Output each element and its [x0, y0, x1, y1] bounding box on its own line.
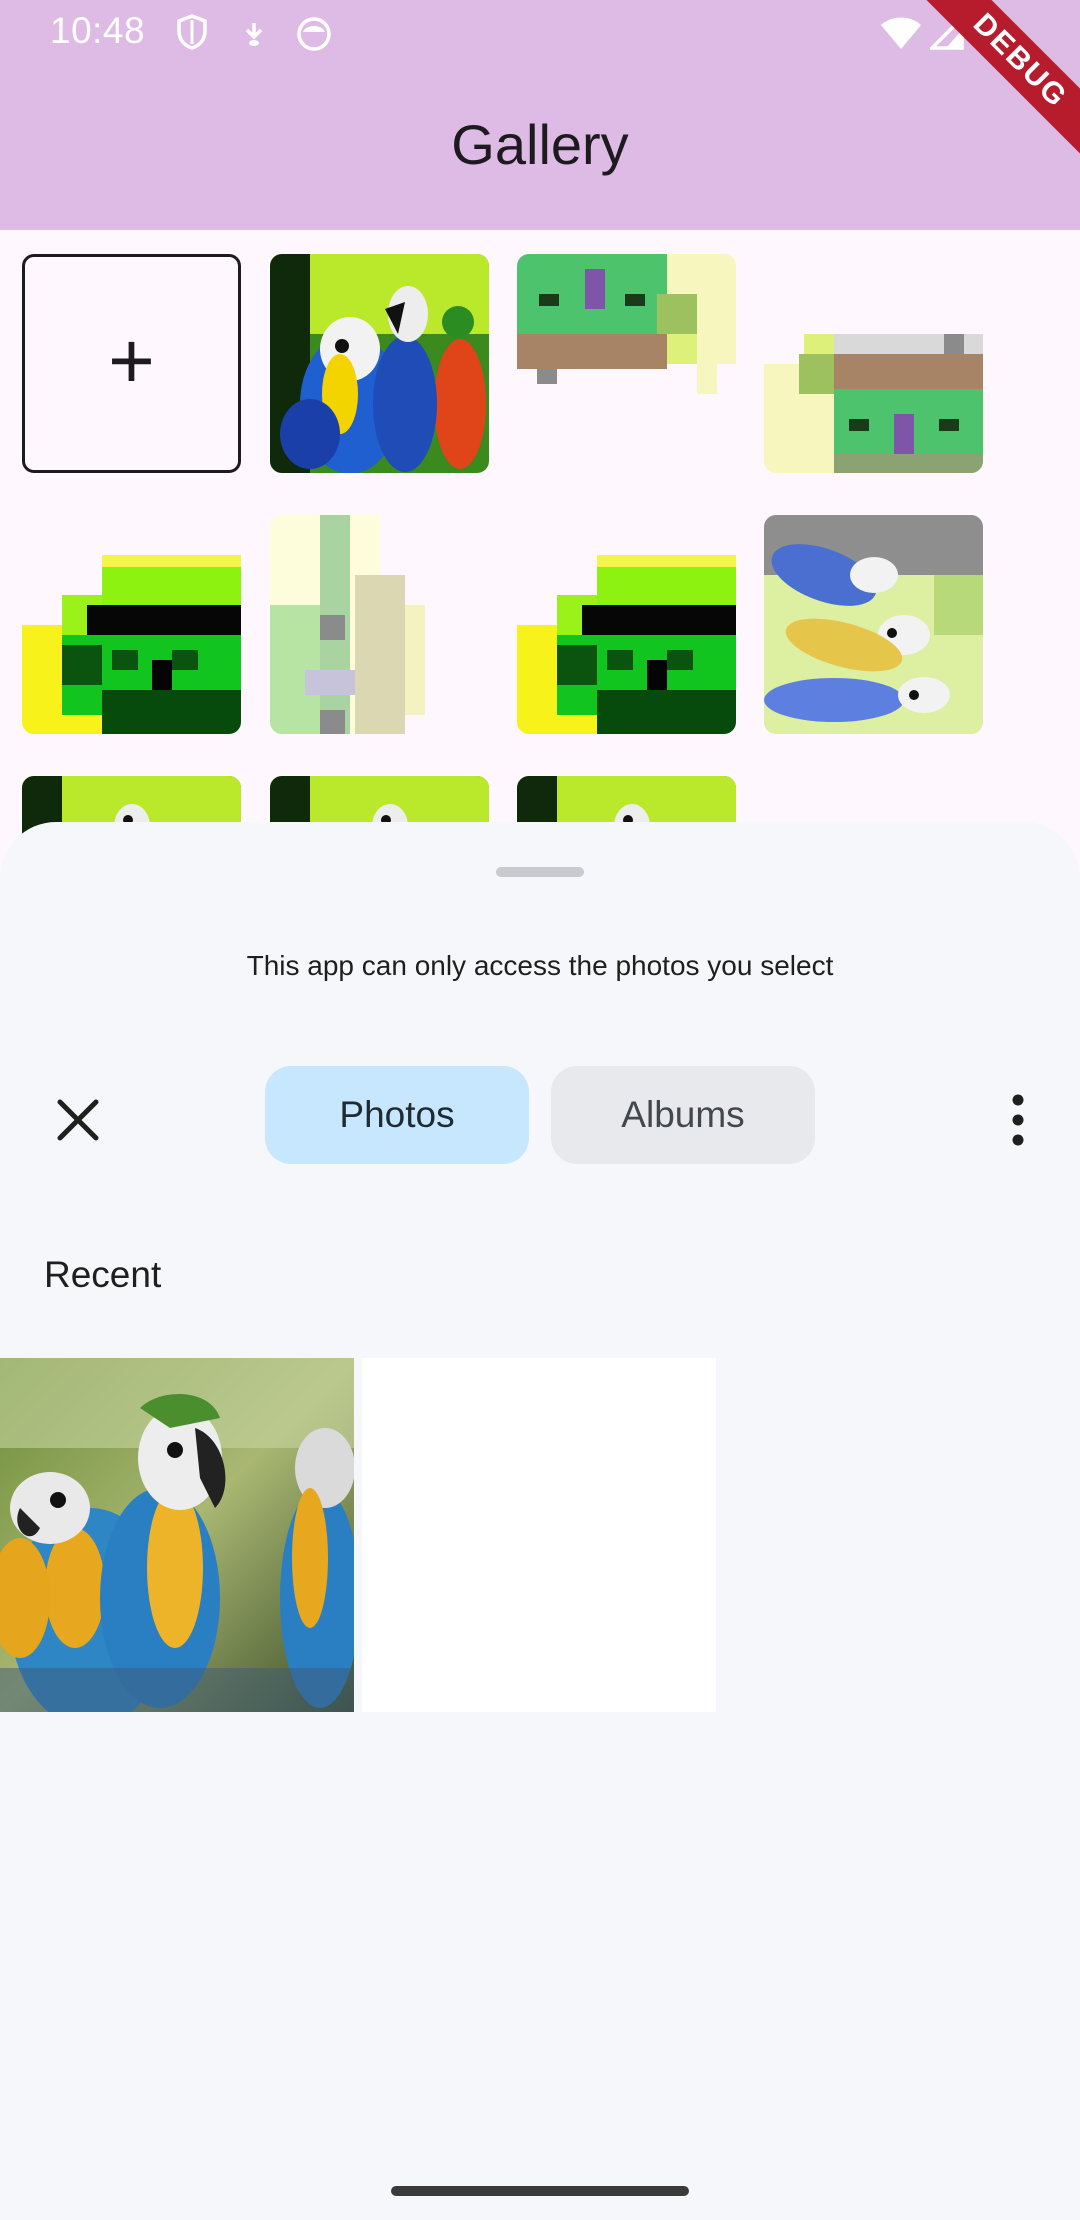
- home-indicator[interactable]: [391, 2186, 689, 2196]
- plus-icon: +: [108, 315, 155, 405]
- close-icon: [57, 1099, 99, 1141]
- gallery-image[interactable]: [764, 254, 983, 473]
- add-photo-button[interactable]: +: [22, 254, 241, 473]
- more-vert-icon: [1012, 1094, 1024, 1146]
- face-icon: [296, 16, 332, 57]
- debug-banner: DEBUG: [910, 0, 1080, 170]
- gallery-image[interactable]: [270, 254, 489, 473]
- download-icon: [240, 20, 268, 53]
- recent-photo[interactable]: [0, 1358, 354, 1712]
- gallery-image[interactable]: [764, 515, 983, 734]
- gallery-image[interactable]: [270, 515, 489, 734]
- photo-picker-sheet: This app can only access the photos you …: [0, 822, 1080, 2220]
- gallery-image[interactable]: [22, 515, 241, 734]
- section-title-recent: Recent: [44, 1254, 162, 1295]
- access-notice: This app can only access the photos you …: [246, 950, 834, 981]
- drag-handle[interactable]: [496, 867, 584, 877]
- close-button[interactable]: [48, 1090, 108, 1150]
- tab-albums[interactable]: Albums: [551, 1066, 815, 1164]
- recent-photo-placeholder[interactable]: [362, 1358, 716, 1712]
- tab-photos[interactable]: Photos: [265, 1066, 529, 1164]
- status-time: 10:48: [50, 10, 146, 51]
- gallery-image[interactable]: [517, 254, 736, 473]
- more-options-button[interactable]: [1000, 1092, 1036, 1148]
- shield-icon: [176, 14, 208, 55]
- gallery-image[interactable]: [517, 515, 736, 734]
